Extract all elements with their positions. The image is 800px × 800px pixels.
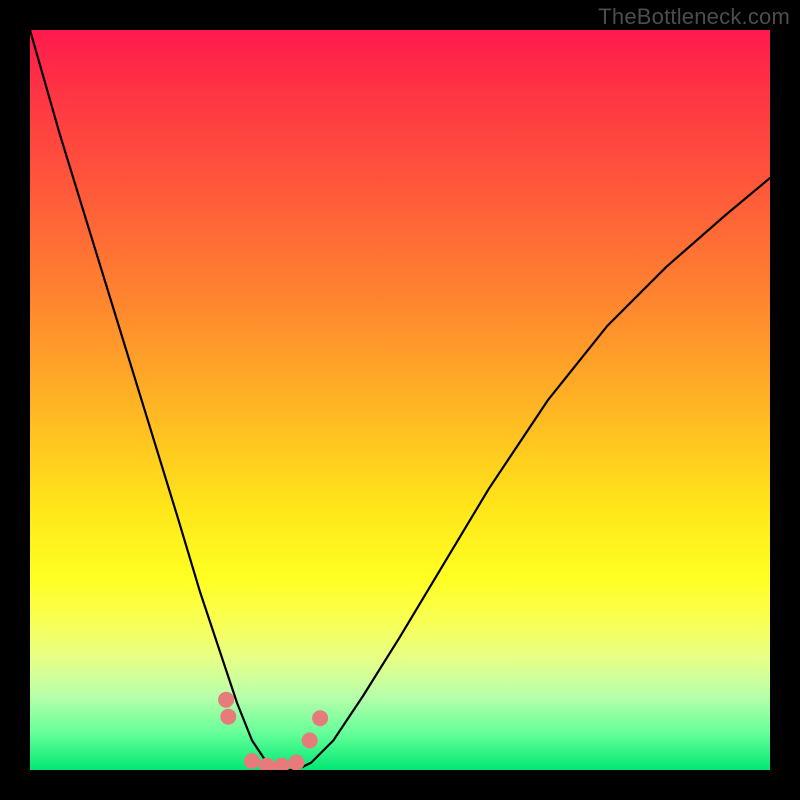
bottleneck-curve-path xyxy=(30,30,770,770)
marker-dot xyxy=(274,758,290,770)
marker-dot xyxy=(259,758,275,770)
marker-dot xyxy=(244,753,260,769)
marker-dot xyxy=(302,732,318,748)
marker-dot xyxy=(312,710,328,726)
marker-dot xyxy=(220,709,236,725)
marker-dot xyxy=(288,755,304,770)
marker-group xyxy=(218,692,328,770)
watermark-text: TheBottleneck.com xyxy=(598,4,790,30)
chart-svg xyxy=(30,30,770,770)
outer-frame: TheBottleneck.com xyxy=(0,0,800,800)
plot-area xyxy=(30,30,770,770)
marker-dot xyxy=(218,692,234,708)
